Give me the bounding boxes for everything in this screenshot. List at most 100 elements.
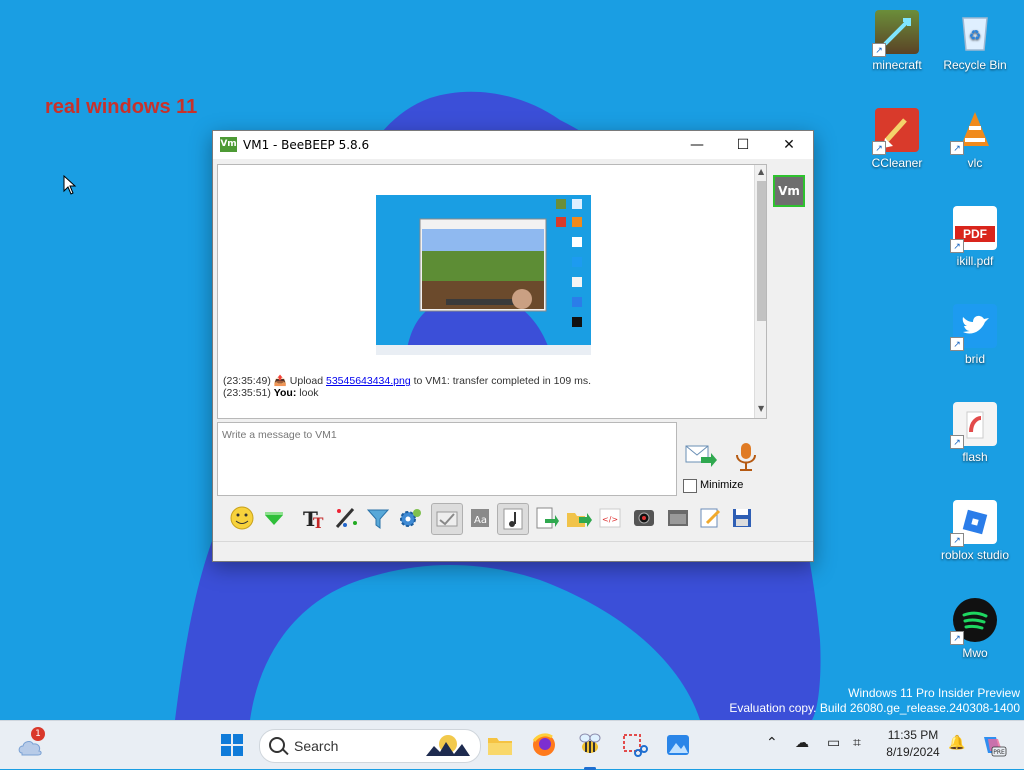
send-folder-icon: [567, 513, 592, 527]
font-color-button[interactable]: [331, 503, 361, 533]
weather-widget[interactable]: 1: [16, 727, 48, 761]
desktop-icon-brid[interactable]: ↗ brid: [940, 304, 1010, 366]
settings-button[interactable]: [395, 503, 425, 533]
title-bar[interactable]: Vm VM1 - BeeBEEP 5.8.6 — ☐ ✕: [213, 131, 813, 159]
taskbar-search-box[interactable]: Search: [259, 729, 481, 763]
screenshot-button[interactable]: [629, 503, 659, 533]
svg-text:T: T: [313, 516, 324, 532]
onedrive-offline-icon[interactable]: ☁: [795, 735, 809, 751]
chat-scrollbar[interactable]: ▲ ▼: [754, 165, 766, 418]
snipping-tool-icon: [623, 734, 648, 757]
desktop-icon-minecraft[interactable]: ↗ minecraft: [862, 10, 932, 72]
font-button[interactable]: TT: [299, 503, 329, 533]
emoticon-menu-button[interactable]: [259, 503, 289, 533]
emoticon-button[interactable]: [227, 503, 257, 533]
dictionary-button[interactable]: Aa: [465, 503, 495, 533]
beebeep-taskbar-button[interactable]: [574, 729, 606, 770]
message-text: to VM1: transfer completed in 109 ms.: [413, 375, 592, 387]
send-button[interactable]: [685, 443, 717, 469]
sound-button[interactable]: [497, 503, 529, 535]
desktop-icon-label: Recycle Bin: [943, 58, 1007, 72]
search-label: Search: [294, 738, 339, 754]
filter-button[interactable]: [363, 503, 393, 533]
message-text: look: [299, 387, 319, 399]
spell-check-button[interactable]: [431, 503, 463, 535]
shortcut-arrow-icon: ↗: [950, 435, 964, 449]
microphone-icon[interactable]: [733, 441, 759, 473]
save-chat-button[interactable]: [531, 503, 561, 533]
notes-button[interactable]: [695, 503, 725, 533]
desktop-icon-recycle-bin[interactable]: ♻ Recycle Bin: [940, 10, 1010, 72]
snipping-tool-button[interactable]: [618, 729, 650, 761]
display-icon[interactable]: ▭: [827, 735, 840, 751]
pdf-file-icon: PDF ↗: [950, 206, 997, 253]
shared-screenshot-image[interactable]: [376, 195, 591, 355]
floppy-disk-icon: [733, 509, 751, 527]
minimize-checkbox[interactable]: [683, 479, 697, 493]
desktop-icon-ccleaner[interactable]: ↗ CCleaner: [862, 108, 932, 170]
file-explorer-button[interactable]: [484, 729, 516, 761]
file-link[interactable]: 53545643434.png: [326, 375, 411, 387]
search-icon: [269, 737, 285, 753]
html-button[interactable]: </>: [595, 503, 625, 533]
watermark-line2: Evaluation copy. Build 26080.ge_release.…: [729, 701, 1020, 715]
recycle-bin-icon: ♻: [953, 10, 997, 54]
send-folder-button[interactable]: [563, 503, 593, 533]
minecraft-icon: ↗: [872, 10, 919, 57]
desktop-icon-flash[interactable]: ↗ flash: [940, 402, 1010, 464]
svg-text:♻: ♻: [969, 27, 982, 43]
window-icon: [668, 510, 688, 526]
scroll-down-arrow-icon[interactable]: ▼: [758, 404, 764, 413]
folder-icon: [488, 738, 512, 755]
save-document-icon: [536, 507, 559, 529]
beebeep-bee-icon: [579, 733, 601, 753]
shortcut-arrow-icon: ↗: [950, 141, 964, 155]
shortcut-arrow-icon: ↗: [872, 141, 886, 155]
desktop-icon-roblox-studio[interactable]: ↗ roblox studio: [940, 500, 1010, 562]
message-input[interactable]: Write a message to VM1: [217, 422, 677, 496]
pen-color-icon: [335, 508, 357, 528]
desktop-icon-spotify[interactable]: ↗ Mwo: [940, 598, 1010, 660]
network-icon[interactable]: ⌗: [853, 735, 861, 751]
save-as-button[interactable]: [727, 503, 757, 533]
desktop-icon-pdf[interactable]: PDF ↗ ikill.pdf: [940, 206, 1010, 268]
clock-date: 8/19/2024: [886, 745, 940, 759]
minimize-button[interactable]: —: [674, 131, 720, 159]
font-icon: TT: [303, 507, 324, 532]
photos-button[interactable]: [662, 729, 694, 761]
start-button[interactable]: [216, 729, 248, 761]
message-prefix: Upload: [289, 375, 324, 387]
shortcut-arrow-icon: ↗: [950, 533, 964, 547]
user-avatar[interactable]: Vm: [773, 175, 805, 207]
close-button[interactable]: ✕: [766, 131, 812, 159]
message-time: (23:35:51): [223, 387, 271, 399]
chat-history[interactable]: (23:35:49) 📤 Upload 53545643434.png to V…: [217, 164, 767, 419]
scroll-up-arrow-icon[interactable]: ▲: [758, 167, 764, 176]
firefox-button[interactable]: [528, 729, 560, 761]
desktop-overlay-text: real windows 11: [45, 96, 198, 118]
scrollbar-thumb[interactable]: [757, 181, 766, 321]
shortcut-arrow-icon: ↗: [950, 337, 964, 351]
notepad-pencil-icon: [700, 508, 721, 528]
camera-icon: [634, 510, 654, 526]
desktop-icon-vlc[interactable]: ↗ vlc: [940, 108, 1010, 170]
search-highlight-illustration: [426, 735, 470, 756]
vlc-icon: ↗: [950, 108, 997, 155]
desktop-icon-label: ikill.pdf: [956, 254, 994, 268]
upload-icon: 📤: [273, 375, 287, 387]
pin-window-button[interactable]: [663, 503, 693, 533]
firefox-icon: [532, 733, 555, 756]
notifications-bell-icon[interactable]: 🔔: [948, 735, 965, 751]
svg-text:Aa: Aa: [474, 515, 487, 526]
twitter-bird-icon: ↗: [950, 304, 997, 351]
clock-time: 11:35 PM: [887, 728, 939, 742]
show-hidden-icons-chevron-icon[interactable]: ⌃: [766, 735, 778, 751]
windows-logo-icon: [221, 734, 243, 756]
taskbar: 1 Search ⌃ ☁ ▭ ⌗ 11:35 PM 8/19/2024 🔔 PR…: [0, 720, 1024, 770]
desktop-icon-label: Mwo: [962, 646, 988, 660]
maximize-button[interactable]: ☐: [720, 131, 766, 159]
taskbar-clock[interactable]: 11:35 PM 8/19/2024: [882, 727, 944, 761]
ccleaner-icon: ↗: [872, 108, 919, 155]
copilot-button[interactable]: PRE: [976, 729, 1008, 761]
desktop-icon-label: roblox studio: [940, 548, 1010, 562]
